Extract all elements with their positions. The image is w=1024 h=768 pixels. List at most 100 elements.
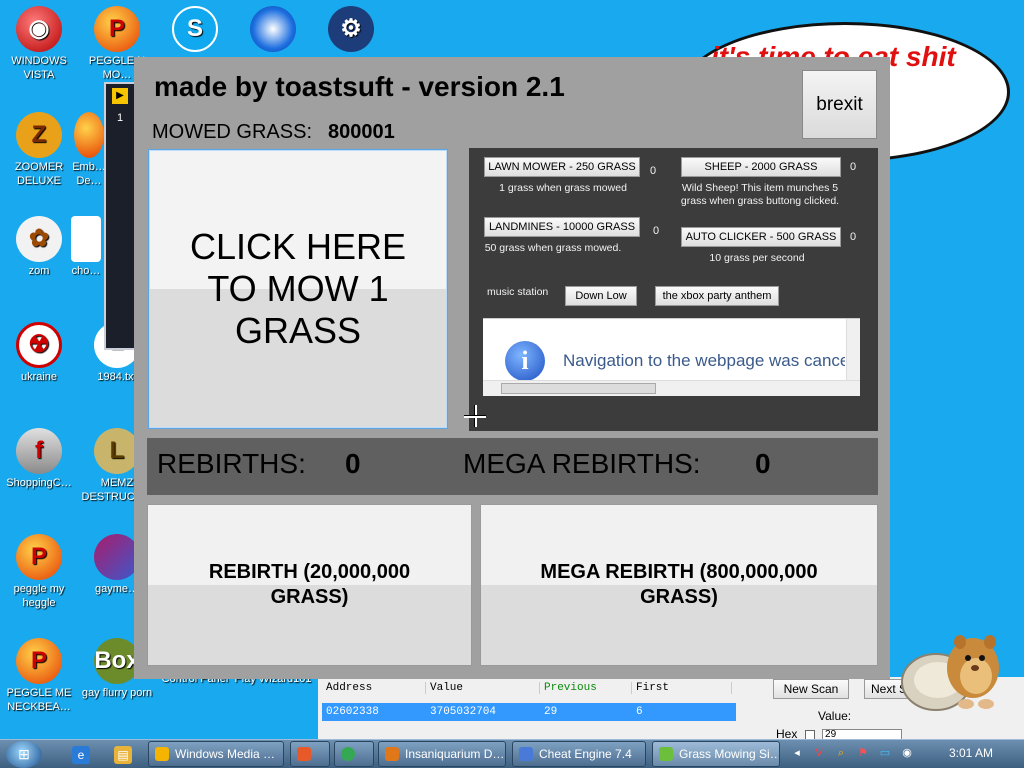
chrome-icon — [341, 747, 355, 761]
peggle-icon: P — [16, 534, 62, 580]
web-browser-frame[interactable]: i Navigation to the webpage was canceled — [483, 318, 860, 396]
desktop-icon-windows-vista[interactable]: ◉ WINDOWS VISTA — [0, 6, 78, 82]
grass-mowing-app-window: made by toastsuft - version 2.1 brexit M… — [134, 57, 890, 679]
task-cheat-engine[interactable]: Cheat Engine 7.4 — [512, 741, 646, 767]
music-down-low-button[interactable]: Down Low — [565, 286, 637, 306]
vista-icon: ◉ — [16, 6, 62, 52]
desktop-icon-label: ShoppingC… — [6, 477, 72, 489]
search-icon[interactable]: ⌕ — [834, 746, 848, 760]
start-button[interactable]: ⊞ — [6, 741, 42, 768]
media-player-icon — [155, 747, 169, 761]
horizontal-scrollbar[interactable] — [483, 380, 860, 396]
mega-rebirth-button[interactable]: MEGA REBIRTH (800,000,000 GRASS) — [480, 504, 878, 666]
column-header-previous[interactable]: Previous — [540, 682, 632, 694]
table-row[interactable]: 02602338 3705032704 29 6 — [322, 703, 736, 721]
rebirths-value: 0 — [345, 448, 361, 479]
system-tray: ◂ V ⌕ ⚑ ▭ ◉ — [790, 746, 914, 764]
task-grass-mowing[interactable]: Grass Mowing Si… — [652, 741, 780, 767]
app-icon — [74, 112, 104, 158]
desktop-icon-peggle-my-heggle[interactable]: P peggle my heggle — [0, 534, 78, 610]
task-windows-media[interactable]: Windows Media … — [148, 741, 284, 767]
task-label: Windows Media … — [175, 747, 276, 761]
cheat-engine-icon — [519, 747, 533, 761]
lawn-mower-count: 0 — [650, 165, 657, 177]
task-insaniquarium[interactable]: Insaniquarium D… — [378, 741, 506, 767]
buy-sheep-button[interactable]: SHEEP - 2000 GRASS — [681, 157, 841, 177]
new-scan-button[interactable]: New Scan — [773, 679, 849, 699]
buy-auto-clicker-button[interactable]: AUTO CLICKER - 500 GRASS — [681, 227, 841, 247]
desktop-icon-peggle-me[interactable]: P PEGGLE ME NECKBEA… — [0, 638, 78, 714]
task-label: Grass Mowing Si… — [679, 747, 780, 761]
gear-icon: ⚙ — [328, 6, 374, 52]
column-header-first[interactable]: First — [632, 682, 732, 694]
mowed-grass-counter: MOWED GRASS: 800001 — [152, 121, 395, 144]
task-label: Cheat Engine 7.4 — [539, 747, 632, 761]
monitor-icon[interactable]: ▭ — [878, 746, 892, 760]
mow-grass-button-label: CLICK HERE TO MOW 1 GRASS — [189, 226, 407, 351]
peggle-icon: P — [94, 6, 140, 52]
mowed-grass-label: MOWED GRASS: — [152, 121, 313, 143]
column-header-value[interactable]: Value — [426, 682, 540, 694]
browser-icon — [250, 6, 296, 52]
desktop-icon-label: PEGGLE ME NECKBEA… — [6, 687, 72, 713]
crosshair-cursor — [464, 405, 486, 427]
desktop-icon-skype[interactable]: S — [156, 6, 234, 54]
buy-lawn-mower-button[interactable]: LAWN MOWER - 250 GRASS — [484, 157, 640, 177]
radiation-icon: ☢ — [16, 322, 62, 368]
fish-icon — [385, 747, 399, 761]
scrollbar-thumb[interactable] — [501, 383, 656, 394]
brexit-button[interactable]: brexit — [802, 70, 877, 139]
task-label: Insaniquarium D… — [405, 747, 505, 761]
flower-icon: ✿ — [16, 216, 62, 262]
desktop-icon-label: cho… — [71, 265, 101, 277]
task-chrome[interactable] — [334, 741, 374, 767]
auto-clicker-description: 10 grass per second — [709, 252, 805, 264]
buy-landmines-button[interactable]: LANDMINES - 10000 GRASS — [484, 217, 640, 237]
rebirth-button-label: REBIRTH (20,000,000 GRASS) — [208, 561, 411, 608]
cell-value: 3705032704 — [430, 706, 497, 718]
flash-icon: f — [16, 428, 62, 474]
landmines-description: 50 grass when grass mowed. — [484, 242, 622, 254]
desktop-icon-gear[interactable]: ⚙ — [312, 6, 390, 54]
taskbar: ⊞ e ▤ Windows Media … Insaniquarium D… C… — [0, 739, 1024, 768]
play-icon: ▶ — [112, 88, 128, 104]
sheep-description: Wild Sheep! This item munches 5 grass wh… — [680, 182, 840, 207]
info-icon: i — [505, 341, 545, 381]
music-xbox-party-anthem-button[interactable]: the xbox party anthem — [655, 286, 779, 306]
flag-icon[interactable]: ⚑ — [856, 746, 870, 760]
task-app-2[interactable] — [290, 741, 330, 767]
navigation-canceled-message: Navigation to the webpage was canceled — [563, 351, 845, 370]
music-station-label: music station — [487, 286, 549, 298]
desktop-icon-label: peggle my heggle — [13, 583, 65, 609]
mega-rebirths-value: 0 — [755, 448, 771, 479]
desktop-icon-browser[interactable] — [234, 6, 312, 54]
speaker-icon[interactable]: ◂ — [790, 746, 804, 760]
media-player-window[interactable]: ▶ 1 — [104, 82, 136, 350]
auto-clicker-count: 0 — [850, 231, 857, 243]
rebirth-button[interactable]: REBIRTH (20,000,000 GRASS) — [147, 504, 472, 666]
volume-icon[interactable]: ◉ — [900, 746, 914, 760]
vertical-scrollbar[interactable] — [846, 319, 860, 381]
app-title: made by toastsuft - version 2.1 — [154, 71, 565, 102]
mowed-grass-value: 800001 — [328, 121, 395, 143]
hamster-image — [901, 635, 999, 711]
app-icon — [297, 747, 311, 761]
mow-grass-button[interactable]: CLICK HERE TO MOW 1 GRASS — [148, 149, 448, 429]
desktop-icon-ukraine[interactable]: ☢ ukraine — [0, 322, 78, 384]
mega-rebirths-label: MEGA REBIRTHS: — [463, 448, 701, 479]
cell-first: 6 — [636, 706, 643, 718]
desktop-icon-shopping[interactable]: f ShoppingC… — [0, 428, 78, 490]
sheep-count: 0 — [850, 161, 857, 173]
grass-app-icon — [659, 747, 673, 761]
v-icon[interactable]: V — [812, 746, 826, 760]
rebirths-label: REBIRTHS: — [157, 448, 306, 479]
scan-results-table: Address Value Previous First 02602338 37… — [322, 679, 736, 721]
folder-icon[interactable]: ▤ — [114, 746, 132, 764]
rebirth-counters: REBIRTHS: 0 MEGA REBIRTHS: 0 — [147, 438, 878, 495]
column-header-address[interactable]: Address — [322, 682, 426, 694]
clock[interactable]: 3:01 AM — [949, 746, 993, 760]
lawn-mower-description: 1 grass when grass mowed — [499, 182, 627, 194]
browser-icon[interactable]: e — [72, 746, 90, 764]
cell-previous: 29 — [544, 706, 558, 718]
desktop-icon-cho[interactable]: cho… — [66, 216, 106, 278]
